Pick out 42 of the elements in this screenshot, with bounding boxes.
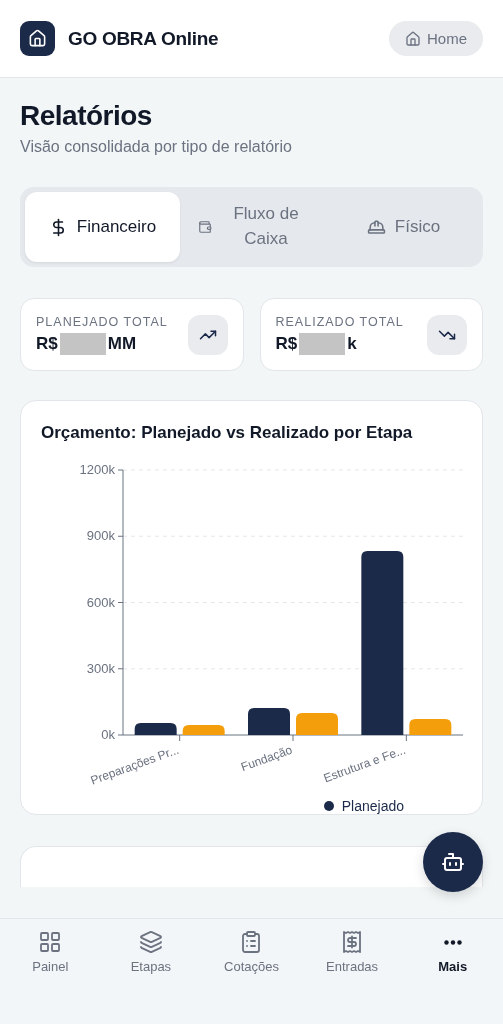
house-icon xyxy=(405,30,421,47)
trend-down-icon xyxy=(427,314,467,355)
hard-hat-icon xyxy=(366,217,386,237)
nav-item[interactable]: Etapas xyxy=(100,930,202,974)
more-icon xyxy=(443,939,462,945)
stat-value-prefix: R$ xyxy=(36,333,58,354)
stat-label: PLANEJADO TOTAL xyxy=(36,314,168,329)
report-tab[interactable]: Financeiro xyxy=(25,192,180,262)
stat-label: REALIZADO TOTAL xyxy=(275,314,404,329)
layers-icon xyxy=(138,930,163,954)
axis-label: 300k xyxy=(86,660,115,676)
page-title: Relatórios xyxy=(20,100,153,132)
bar xyxy=(134,723,177,735)
bar xyxy=(182,725,225,735)
house-icon xyxy=(28,29,47,48)
legend-label: Planejado xyxy=(341,798,404,814)
assistant-button[interactable] xyxy=(423,832,483,892)
report-tab[interactable]: Físico xyxy=(329,192,478,262)
trend-up-icon xyxy=(187,314,228,355)
legend-dot xyxy=(323,801,334,811)
nav-item[interactable]: Cotações xyxy=(201,930,302,974)
app-name: GO OBRA Online xyxy=(68,27,219,50)
wallet-icon xyxy=(198,220,212,234)
axis-label: 0k xyxy=(101,727,115,742)
nav-item[interactable]: Painel xyxy=(0,930,101,974)
chart-title: Orçamento: Planejado vs Realizado por Etapa xyxy=(41,423,414,443)
home-button[interactable]: Home xyxy=(389,21,483,56)
stat-value-suffix: MM xyxy=(107,333,137,354)
bar xyxy=(296,712,338,735)
grid-icon xyxy=(38,930,63,954)
axis-label: 600k xyxy=(86,594,115,610)
axis-label: 900k xyxy=(86,528,115,544)
robot-icon xyxy=(441,850,465,874)
nav-item[interactable]: Entradas xyxy=(301,930,403,974)
bar xyxy=(409,719,452,735)
report-tab[interactable]: Fluxo de Caixa xyxy=(180,192,329,262)
nav-item[interactable]: Mais xyxy=(402,930,503,974)
stat-value-suffix: k xyxy=(347,333,357,354)
bar xyxy=(248,708,290,735)
page-subtitle: Visão consolidada por tipo de relatório xyxy=(20,138,293,156)
axis-label: 1200k xyxy=(79,462,115,477)
stat-value-prefix: R$ xyxy=(275,333,298,354)
